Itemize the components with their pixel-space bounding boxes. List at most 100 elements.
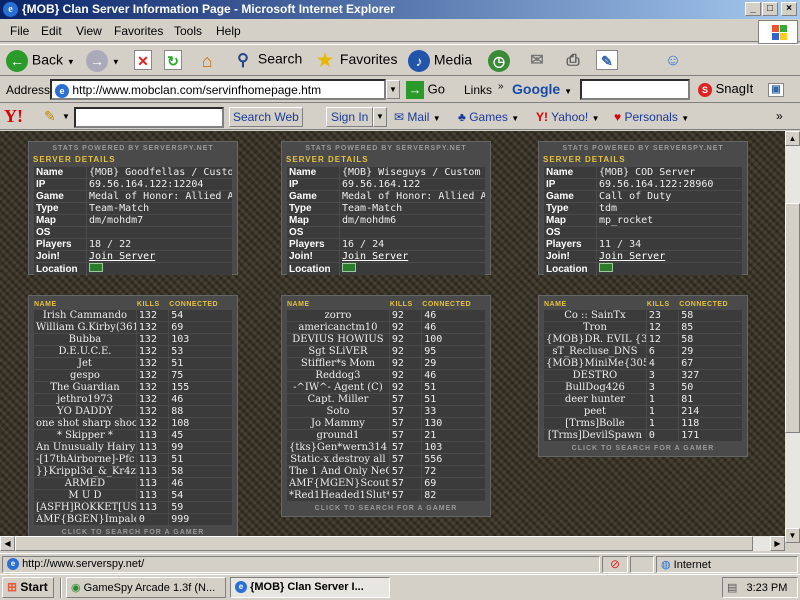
click-to-search-link[interactable]: CLICK TO SEARCH FOR A GAMER [543,445,743,452]
player-name-cell[interactable]: }}Krippl3d_&_Kr4zy [34,466,136,477]
links-button[interactable]: Links [464,83,492,97]
player-name-cell[interactable]: An Unusually Hairy [34,442,136,453]
yahoo-mail-button[interactable]: ✉ Mail ▼ [394,110,441,124]
player-name-cell[interactable]: americanctm10 [287,322,389,333]
player-name-cell[interactable]: Co :: SainTx [544,310,646,321]
edit-icon[interactable]: ✎ [596,50,618,70]
player-name-cell[interactable]: DEVIUS HOWIUS [287,334,389,345]
click-to-search-link[interactable]: CLICK TO SEARCH FOR A GAMER [286,505,486,512]
player-name-cell[interactable]: deer hunter [544,394,646,405]
player-name-cell[interactable]: *Red1Headed1Slut* [287,490,389,501]
stop-icon[interactable]: ✕ [134,50,152,70]
media-button[interactable]: ♪ Media [408,50,472,72]
player-name-cell[interactable]: gespo [34,370,136,381]
maximize-button[interactable]: □ [762,2,778,16]
sign-in-button[interactable]: Sign In [326,107,374,127]
address-input[interactable]: e http://www.mobclan.com/servinfhomepage… [50,79,386,100]
player-name-cell[interactable]: Stiffler*s Mom [287,358,389,369]
yahoo-home-button[interactable]: Y! Yahoo! ▼ [536,110,600,124]
capture-icon[interactable]: ▣ [768,83,784,97]
scroll-up-button[interactable]: ▲ [785,131,800,146]
home-icon[interactable]: ⌂ [196,50,218,72]
player-name-cell[interactable]: Reddog3 [287,370,389,381]
join-server-link[interactable]: Join Server [89,251,155,262]
google-toolbar-button[interactable]: Google ▼ [512,81,572,97]
join-server-link[interactable]: Join Server [342,251,408,262]
menu-tools[interactable]: Tools [174,24,202,38]
player-name-cell[interactable]: BullDog426 [544,382,646,393]
scroll-right-button[interactable]: ▶ [770,536,785,551]
close-button[interactable]: × [781,2,797,16]
player-name-cell[interactable]: {tks}Gen*wern314 [287,442,389,453]
player-name-cell[interactable]: Jet [34,358,136,369]
menu-edit[interactable]: Edit [41,24,62,38]
player-name-cell[interactable]: DESTRO [544,370,646,381]
print-icon[interactable]: ⎙ [562,50,584,72]
favorites-button[interactable]: ★ Favorites [314,50,398,72]
menu-favorites[interactable]: Favorites [114,24,163,38]
horizontal-scrollbar[interactable]: ◀ ▶ [0,536,785,551]
player-name-cell[interactable]: ground1 [287,430,389,441]
pencil-icon[interactable]: ✎ [44,108,56,125]
player-name-cell[interactable]: The 1 And Only NeO [287,466,389,477]
player-name-cell[interactable]: [ASFH]ROKKET[US [34,502,136,513]
yahoo-search-input[interactable] [74,107,224,128]
player-name-cell[interactable]: zorro [287,310,389,321]
toolbar-overflow-chevron[interactable]: » [776,109,783,123]
tray-icon[interactable]: ▤ [727,582,737,594]
player-name-cell[interactable]: [Trms]DevilSpawn [544,430,646,441]
back-button[interactable]: ← Back ▼ [6,50,75,72]
player-name-cell[interactable]: Bubba [34,334,136,345]
player-name-cell[interactable]: YO DADDY [34,406,136,417]
history-icon[interactable]: ◷ [488,50,510,72]
player-name-cell[interactable]: Static-x.destroy all [287,454,389,465]
player-name-cell[interactable]: AMF{BGEN}Impale [34,514,136,525]
player-name-cell[interactable]: ARMED [34,478,136,489]
start-button[interactable]: ⊞ Start [2,577,54,598]
player-name-cell[interactable]: D.E.U.C.E. [34,346,136,357]
player-name-cell[interactable]: [Trms]Bolle [544,418,646,429]
player-name-cell[interactable]: {MOB}DR. EVIL {3 [544,334,646,345]
address-dropdown-button[interactable]: ▼ [386,80,400,99]
snagit-button[interactable]: S SnagIt [698,81,753,97]
player-name-cell[interactable]: The Guardian [34,382,136,393]
messenger-icon[interactable]: ☺ [662,50,684,72]
player-name-cell[interactable]: peet [544,406,646,417]
player-name-cell[interactable]: Capt. Miller [287,394,389,405]
menu-help[interactable]: Help [216,24,241,38]
horizontal-scroll-thumb[interactable] [15,536,753,551]
refresh-icon[interactable]: ↻ [164,50,182,70]
menu-file[interactable]: File [10,24,29,38]
search-web-button[interactable]: Search Web [229,107,303,127]
player-name-cell[interactable]: -^IW^- Agent (C) [287,382,389,393]
scroll-down-button[interactable]: ▼ [785,528,800,543]
click-to-search-link[interactable]: CLICK TO SEARCH FOR A GAMER [33,529,233,536]
scroll-left-button[interactable]: ◀ [0,536,15,551]
yahoo-games-button[interactable]: ♣ Games ▼ [458,110,519,124]
scroll-thumb[interactable] [785,203,800,433]
forward-button[interactable]: → ▼ [86,50,120,72]
player-name-cell[interactable]: Irish Cammando [34,310,136,321]
yahoo-personals-button[interactable]: ♥ Personals ▼ [614,110,689,124]
player-name-cell[interactable]: Tron [544,322,646,333]
player-name-cell[interactable]: Sgt SLiVER [287,346,389,357]
player-name-cell[interactable]: {MOB}MiniMe{305 [544,358,646,369]
join-server-link[interactable]: Join Server [599,251,665,262]
player-name-cell[interactable]: AMF{MGEN}Scout [287,478,389,489]
mail-icon[interactable]: ✉ [526,50,548,72]
player-name-cell[interactable]: -[17thAirborne]-Pfc [34,454,136,465]
go-button[interactable]: → Go [406,81,445,99]
player-name-cell[interactable]: one shot sharp shoo [34,418,136,429]
player-name-cell[interactable]: Soto [287,406,389,417]
player-name-cell[interactable]: jethro1973 [34,394,136,405]
player-name-cell[interactable]: Jo Mammy [287,418,389,429]
player-name-cell[interactable]: M U D [34,490,136,501]
google-search-input[interactable] [580,79,690,100]
player-name-cell[interactable]: sT_Recluse_DNS [544,346,646,357]
sign-in-dropdown[interactable]: ▼ [373,107,387,127]
minimize-button[interactable]: _ [745,2,761,16]
menu-view[interactable]: View [76,24,102,38]
taskbar-item-ie[interactable]: e {MOB} Clan Server I... [230,577,390,598]
search-button[interactable]: ⚲ Search [232,50,302,72]
taskbar-item-gamespy[interactable]: ◉ GameSpy Arcade 1.3f (N... [66,577,226,598]
